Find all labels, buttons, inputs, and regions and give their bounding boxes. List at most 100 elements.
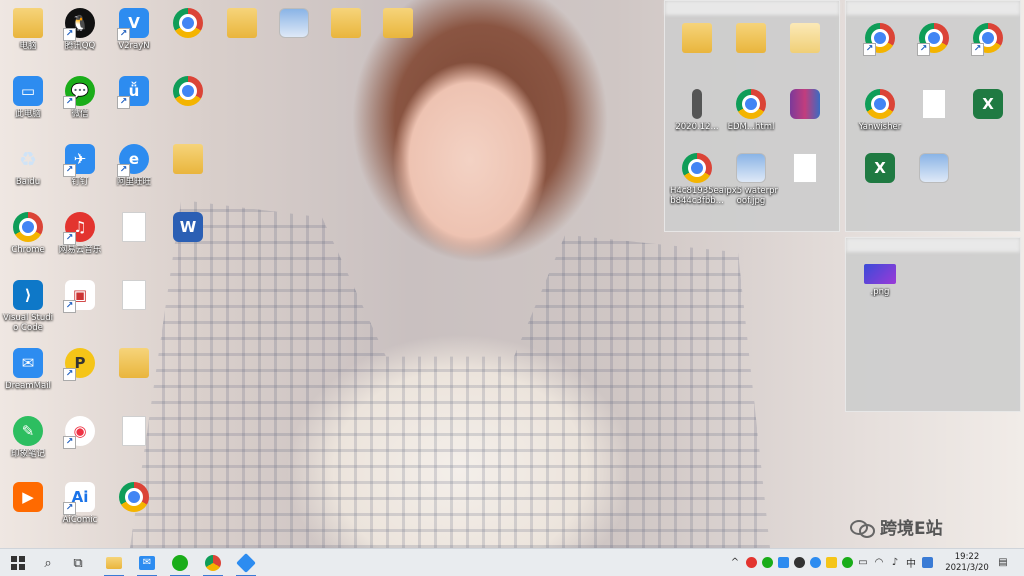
evernote-icon: ✎	[13, 416, 43, 446]
fence-title[interactable]	[665, 1, 839, 15]
desktop-icon[interactable]: ▭ 此电脑	[0, 70, 56, 119]
fence-item[interactable]: ipx5 waterpr oof.jpg	[723, 147, 779, 206]
icon-label: 此电脑	[15, 109, 41, 119]
icon-label: 电脑	[19, 41, 37, 51]
desktop-icon[interactable]: ǚ	[106, 70, 162, 109]
icon-label: V2rayN	[118, 41, 150, 51]
ai-icon: Ai	[63, 482, 95, 515]
icon-label: 钉钉	[71, 177, 89, 187]
fence-item[interactable]: EDM...html	[723, 83, 779, 132]
netease-tray-icon[interactable]	[744, 555, 758, 569]
desktop-icon[interactable]: ✎ 印象笔记	[0, 410, 56, 459]
fence-item[interactable]	[906, 83, 962, 122]
start-icon[interactable]	[8, 553, 28, 573]
desktop-icon[interactable]	[106, 476, 162, 515]
fence-item[interactable]	[777, 83, 833, 122]
document-icon	[692, 89, 702, 119]
chrome-icon	[865, 89, 895, 119]
fence-item[interactable]	[777, 17, 833, 56]
file-explorer-icon[interactable]	[104, 553, 124, 576]
desktop-icon[interactable]	[106, 274, 162, 313]
desktop-icon[interactable]	[106, 206, 162, 245]
desktop-fence-images[interactable]: .png	[845, 237, 1021, 412]
desktop-icon[interactable]	[160, 2, 216, 41]
fence-item[interactable]: .png	[852, 258, 908, 297]
desktop-icon[interactable]: ✉ DreamMail	[0, 342, 56, 391]
task-view-icon[interactable]: ⧉	[68, 553, 88, 573]
desktop-icon[interactable]: ⟩ Visual Studio Code	[0, 274, 56, 333]
fence-item[interactable]: 2020.12...	[669, 83, 725, 132]
fence-item[interactable]: H4c81935ea b844c3fbb...	[669, 147, 725, 206]
chrome-icon[interactable]	[203, 553, 223, 576]
desktop-icon[interactable]: 💬 微信	[52, 70, 108, 119]
app-tray-icon[interactable]	[920, 555, 934, 569]
desktop-icon[interactable]: e 阿里旺旺	[106, 138, 162, 187]
fence-item[interactable]	[906, 147, 962, 186]
desktop-icon[interactable]	[318, 2, 374, 41]
network-icon[interactable]: ◠	[872, 555, 886, 569]
clock[interactable]: 19:22 2021/3/20	[944, 552, 990, 574]
search-icon[interactable]: ⌕	[38, 553, 58, 573]
tool-icon: ǚ	[117, 76, 149, 109]
app-tray-icon[interactable]	[792, 555, 806, 569]
desktop-icon[interactable]	[160, 70, 216, 109]
fence-item[interactable]	[906, 17, 962, 56]
desktop-icon[interactable]: W	[160, 206, 216, 245]
desktop-icon[interactable]: ♫ 网易云音乐	[52, 206, 108, 255]
wechat-icon[interactable]	[170, 553, 190, 576]
fence-item[interactable]	[723, 17, 779, 56]
document-icon	[922, 89, 946, 119]
tray-expand-icon[interactable]: ^	[728, 555, 742, 569]
desktop-icon[interactable]	[266, 2, 322, 41]
chrome-icon	[736, 89, 766, 119]
feishu-icon[interactable]	[236, 553, 256, 576]
desktop-icon[interactable]	[106, 342, 162, 381]
desktop-icon[interactable]: ♻ Baidu	[0, 138, 56, 187]
fence-item[interactable]: X	[960, 83, 1016, 122]
battery-icon[interactable]: ▭	[856, 555, 870, 569]
desktop-icon[interactable]: V V2rayN	[106, 2, 162, 51]
tool-icon: ▣	[63, 280, 95, 313]
wechat-tray-icon[interactable]	[840, 555, 854, 569]
desktop-icon[interactable]: P	[52, 342, 108, 381]
desktop-icon[interactable]: ▶	[0, 476, 56, 515]
desktop-icon[interactable]	[214, 2, 270, 41]
v2ray-icon: V	[117, 8, 149, 41]
app-tray-icon[interactable]	[808, 555, 822, 569]
icon-label: H4c81935ea b844c3fbb...	[670, 186, 724, 206]
desktop-icon[interactable]: ▣	[52, 274, 108, 313]
desktop-icon[interactable]: ◉	[52, 410, 108, 449]
desktop-icon[interactable]	[370, 2, 426, 41]
notification-icon[interactable]: ▤	[996, 555, 1010, 569]
fence-title[interactable]	[846, 1, 1020, 15]
wechat-logo-icon	[850, 518, 875, 538]
desktop-icon[interactable]: 🐧 腾讯QQ	[52, 2, 108, 51]
desktop-icon[interactable]: 电脑	[0, 2, 56, 51]
volume-icon[interactable]: ♪	[888, 555, 902, 569]
app-tray-icon[interactable]	[824, 555, 838, 569]
desktop-icon[interactable]: ✈ 钉钉	[52, 138, 108, 187]
mail-icon[interactable]: ✉	[137, 553, 157, 576]
fence-item[interactable]	[960, 17, 1016, 56]
chrome-icon	[173, 8, 203, 38]
fence-title[interactable]	[846, 238, 1020, 252]
desktop-fence-shortcuts[interactable]: Yanwisher X X	[845, 0, 1021, 232]
desktop-icon[interactable]: Ai AiComic	[52, 476, 108, 525]
input-method-icon[interactable]: 中	[904, 555, 918, 570]
pp-app-icon: P	[63, 348, 95, 381]
dingtalk-icon: ✈	[63, 144, 95, 177]
fence-item[interactable]: X	[852, 147, 908, 186]
chrome-icon	[971, 23, 1003, 56]
fence-item[interactable]	[777, 147, 833, 186]
desktop-icon[interactable]	[106, 410, 162, 449]
desktop-icon[interactable]: Chrome	[0, 206, 56, 255]
fence-item[interactable]	[852, 17, 908, 56]
icon-label: DreamMail	[5, 381, 51, 391]
app-tray-icon[interactable]	[776, 555, 790, 569]
fence-item[interactable]: Yanwisher	[852, 83, 908, 132]
app-tray-icon[interactable]	[760, 555, 774, 569]
desktop-fence-files[interactable]: 2020.12... EDM...html H4c81935ea b844c3f…	[664, 0, 840, 232]
excel-file-icon: X	[865, 153, 895, 183]
desktop-icon[interactable]	[160, 138, 216, 177]
fence-item[interactable]	[669, 17, 725, 56]
